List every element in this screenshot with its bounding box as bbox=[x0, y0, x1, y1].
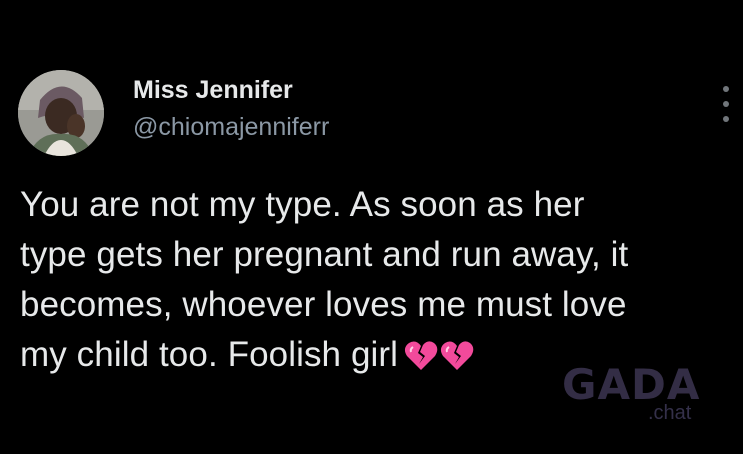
more-dot bbox=[723, 86, 729, 92]
more-dot bbox=[723, 116, 729, 122]
watermark: GADA .chat bbox=[560, 360, 720, 430]
broken-heart-icon bbox=[440, 336, 474, 386]
more-dot bbox=[723, 101, 729, 107]
user-handle[interactable]: @chiomajenniferr bbox=[133, 113, 329, 142]
avatar[interactable] bbox=[18, 70, 104, 156]
avatar-image bbox=[18, 70, 104, 156]
display-name[interactable]: Miss Jennifer bbox=[133, 76, 293, 105]
broken-heart-icon bbox=[404, 336, 438, 386]
tweet-card: Miss Jennifer @chiomajenniferr You are n… bbox=[0, 0, 743, 454]
post-text: You are not my type. As soon as her type… bbox=[20, 185, 629, 374]
more-options-icon[interactable] bbox=[719, 86, 733, 122]
post-text-block: You are not my type. As soon as her type… bbox=[20, 180, 720, 386]
watermark-sub: .chat bbox=[648, 402, 692, 424]
